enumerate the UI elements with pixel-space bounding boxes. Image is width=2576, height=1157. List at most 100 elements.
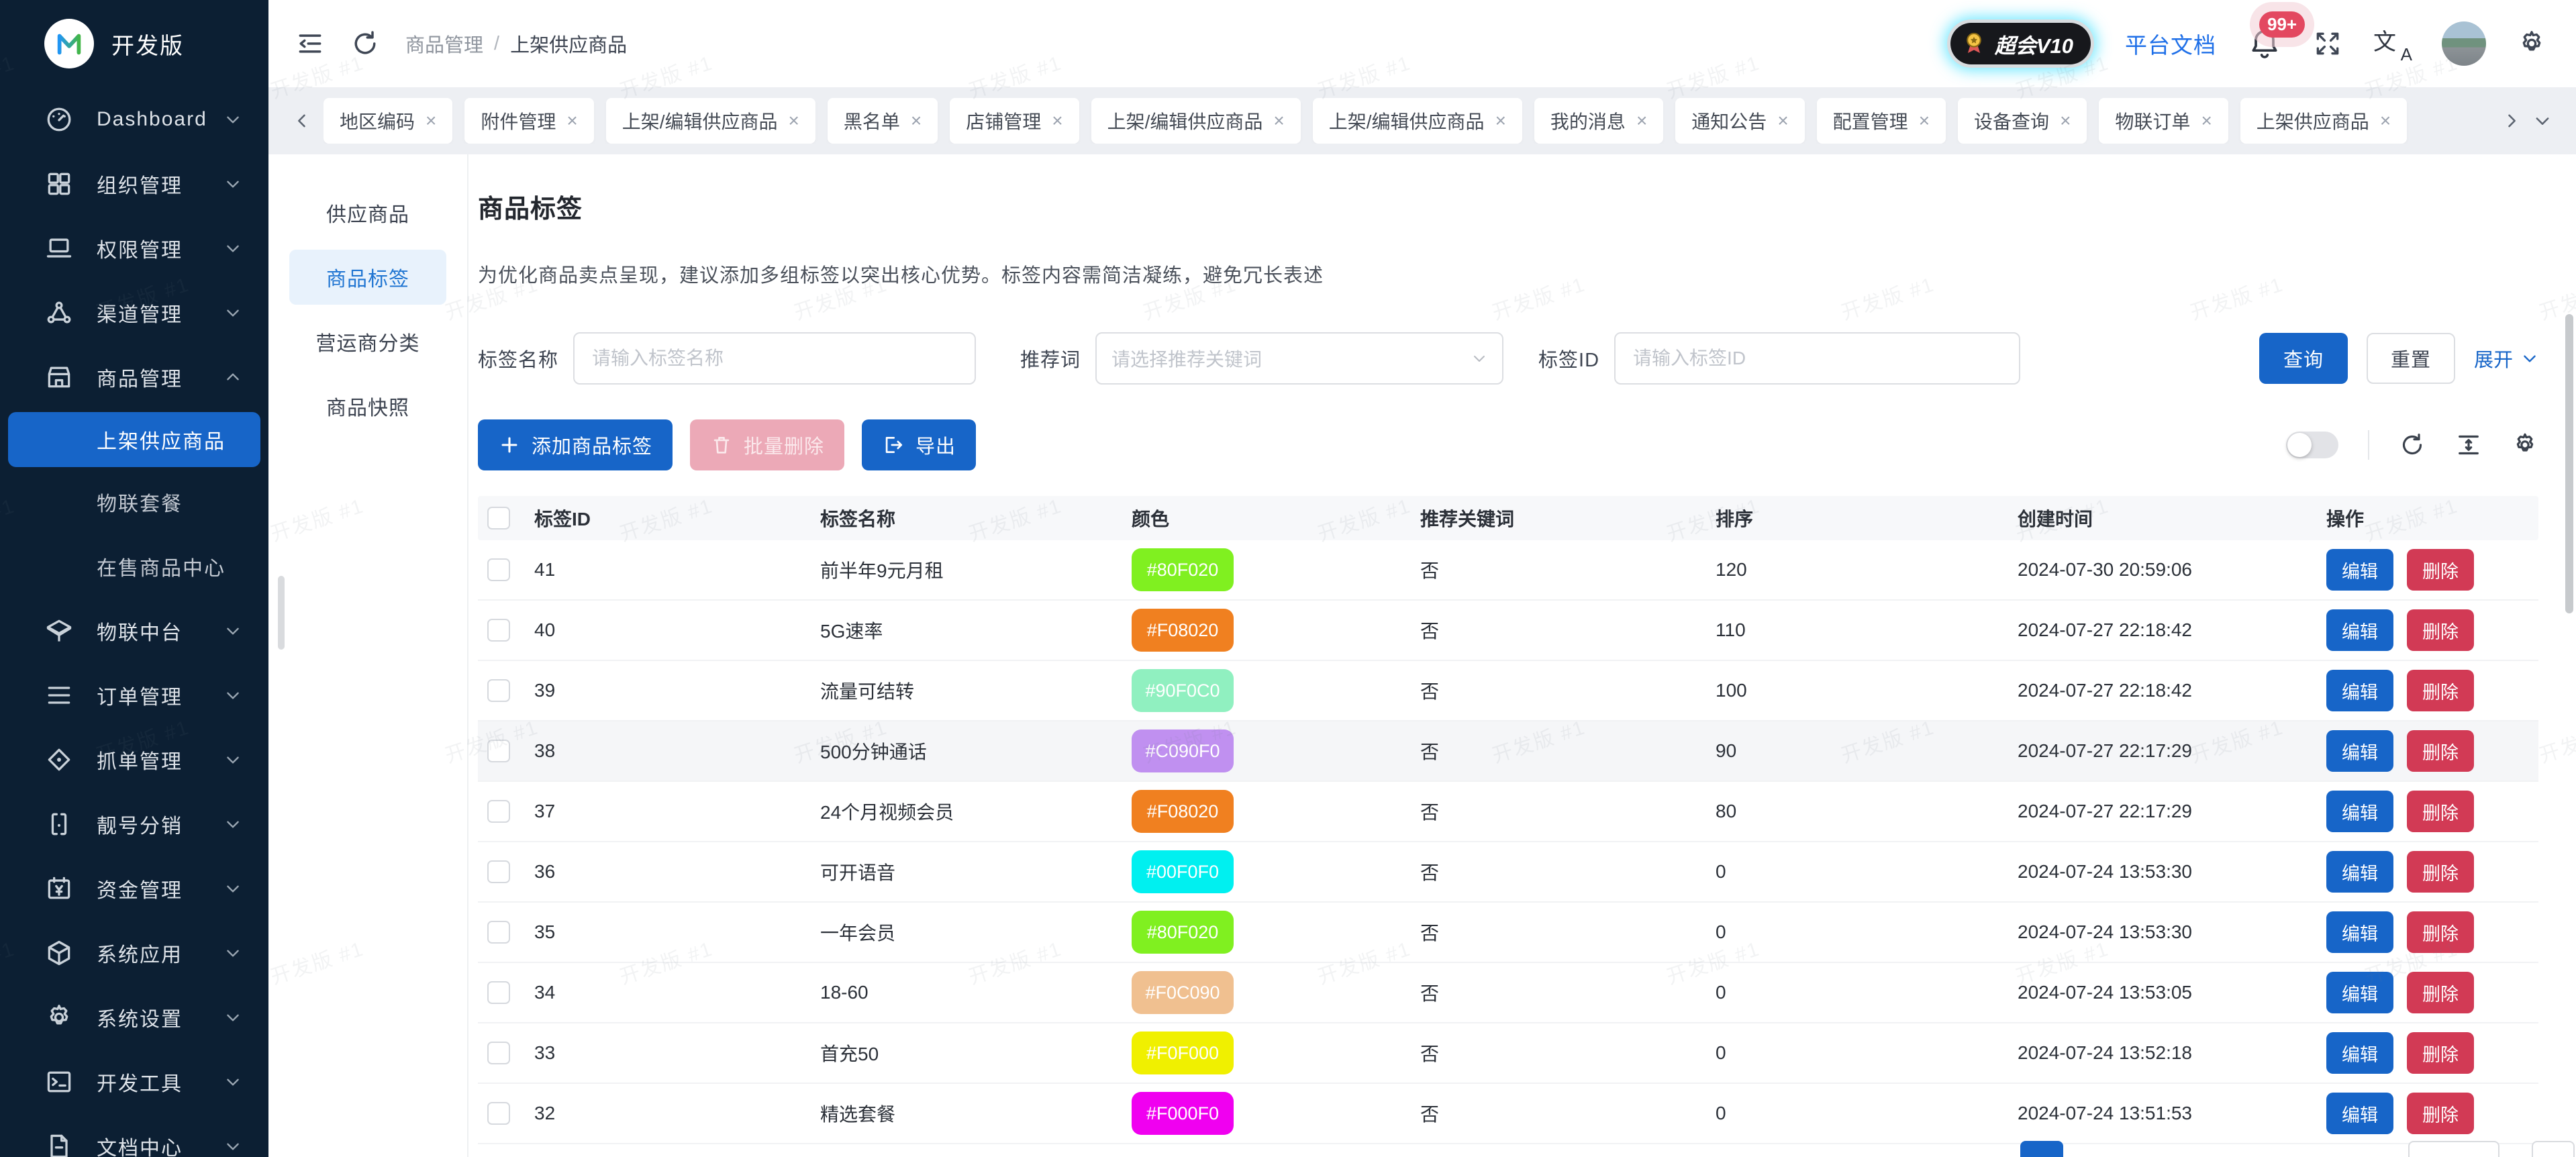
column-settings-icon[interactable] xyxy=(2512,432,2538,458)
tab[interactable]: 上架/编辑供应商品 × xyxy=(606,98,815,144)
reload-icon[interactable] xyxy=(2399,432,2426,458)
pagination-jump[interactable] xyxy=(2532,1141,2575,1157)
tab[interactable]: 附件管理 × xyxy=(464,98,593,144)
sidebar-item[interactable]: 渠道管理 xyxy=(0,281,268,345)
add-tag-button[interactable]: 添加商品标签 xyxy=(478,419,673,470)
delete-button[interactable]: 删除 xyxy=(2407,730,2474,772)
reset-button[interactable]: 重置 xyxy=(2367,333,2455,384)
tab[interactable]: 物联订单 × xyxy=(2099,98,2228,144)
row-checkbox[interactable] xyxy=(487,619,510,642)
tab-close-icon[interactable]: × xyxy=(2201,110,2212,132)
sidebar-item[interactable]: 抓单管理 xyxy=(0,727,268,792)
row-checkbox[interactable] xyxy=(487,800,510,823)
tab[interactable]: 地区编码 × xyxy=(324,98,452,144)
density-icon[interactable] xyxy=(2455,432,2482,458)
tab-close-icon[interactable]: × xyxy=(1919,110,1930,132)
delete-button[interactable]: 删除 xyxy=(2407,549,2474,591)
sidebar-item[interactable]: 资金管理 xyxy=(0,856,268,921)
logo[interactable]: 开发版 xyxy=(0,0,268,87)
sidebar-subitem[interactable]: 在售商品中心 xyxy=(0,534,268,599)
row-checkbox[interactable] xyxy=(487,860,510,883)
edit-button[interactable]: 编辑 xyxy=(2326,549,2393,591)
edit-button[interactable]: 编辑 xyxy=(2326,791,2393,832)
tab-close-icon[interactable]: × xyxy=(2060,110,2071,132)
delete-button[interactable]: 删除 xyxy=(2407,1093,2474,1134)
language-icon[interactable]: 文A xyxy=(2373,26,2411,61)
tab[interactable]: 配置管理 × xyxy=(1817,98,1946,144)
page-scrollbar[interactable] xyxy=(2565,314,2573,613)
tab[interactable]: 黑名单 × xyxy=(828,98,938,144)
tab[interactable]: 我的消息 × xyxy=(1534,98,1663,144)
tag-name-input[interactable] xyxy=(573,332,976,385)
row-checkbox[interactable] xyxy=(487,981,510,1004)
tab[interactable]: 上架/编辑供应商品 × xyxy=(1091,98,1301,144)
subsidebar-item[interactable]: 商品快照 xyxy=(289,379,446,434)
edit-button[interactable]: 编辑 xyxy=(2326,1032,2393,1074)
sidebar-item[interactable]: 权限管理 xyxy=(0,216,268,281)
tab-close-icon[interactable]: × xyxy=(1636,110,1647,132)
batch-delete-button[interactable]: 批量删除 xyxy=(690,419,844,470)
avatar[interactable] xyxy=(2442,21,2486,66)
tab-close-icon[interactable]: × xyxy=(1777,110,1788,132)
sidebar-item[interactable]: 商品管理 xyxy=(0,345,268,409)
sidebar-subitem[interactable]: 上架供应商品 xyxy=(8,412,260,467)
tab-close-icon[interactable]: × xyxy=(1495,110,1506,132)
sidebar-item[interactable]: 文档中心 xyxy=(0,1114,268,1157)
sidebar-item[interactable]: 靓号分销 xyxy=(0,792,268,856)
vip-badge[interactable]: 超会V10 xyxy=(1947,19,2094,68)
sidebar-item[interactable]: 物联中台 xyxy=(0,599,268,663)
refresh-icon[interactable] xyxy=(350,29,380,58)
pagination-page-size[interactable] xyxy=(2408,1141,2499,1157)
delete-button[interactable]: 删除 xyxy=(2407,851,2474,893)
tag-id-input[interactable] xyxy=(1614,332,2020,385)
gear-icon[interactable] xyxy=(2517,29,2546,58)
expand-link[interactable]: 展开 xyxy=(2474,344,2538,372)
tab-close-icon[interactable]: × xyxy=(1052,110,1062,132)
row-checkbox[interactable] xyxy=(487,1102,510,1125)
delete-button[interactable]: 删除 xyxy=(2407,972,2474,1013)
toggle-switch[interactable] xyxy=(2286,432,2338,458)
export-button[interactable]: 导出 xyxy=(862,419,976,470)
subsidebar-item[interactable]: 营运商分类 xyxy=(289,314,446,369)
edit-button[interactable]: 编辑 xyxy=(2326,1093,2393,1134)
row-checkbox[interactable] xyxy=(487,679,510,702)
row-checkbox[interactable] xyxy=(487,558,510,581)
edit-button[interactable]: 编辑 xyxy=(2326,972,2393,1013)
tab-close-icon[interactable]: × xyxy=(911,110,922,132)
tab-close-icon[interactable]: × xyxy=(426,110,436,132)
row-checkbox[interactable] xyxy=(487,740,510,762)
menu-fold-icon[interactable] xyxy=(295,29,325,58)
tab[interactable]: 店铺管理 × xyxy=(950,98,1079,144)
edit-button[interactable]: 编辑 xyxy=(2326,670,2393,711)
tab-close-icon[interactable]: × xyxy=(789,110,799,132)
edit-button[interactable]: 编辑 xyxy=(2326,609,2393,651)
subsidebar-item[interactable]: 供应商品 xyxy=(289,185,446,240)
keyword-select[interactable]: 请选择推荐关键词 xyxy=(1095,332,1503,385)
tab[interactable]: 通知公告 × xyxy=(1675,98,1804,144)
tab[interactable]: 上架/编辑供应商品 × xyxy=(1313,98,1522,144)
sidebar-item[interactable]: 订单管理 xyxy=(0,663,268,727)
row-checkbox[interactable] xyxy=(487,921,510,944)
platform-docs-link[interactable]: 平台文档 xyxy=(2125,28,2216,60)
tab[interactable]: 设备查询 × xyxy=(1958,98,2087,144)
tabs-scroll-left-icon[interactable] xyxy=(293,111,311,130)
delete-button[interactable]: 删除 xyxy=(2407,911,2474,953)
tabs-scroll-right-icon[interactable] xyxy=(2502,111,2521,130)
search-button[interactable]: 查询 xyxy=(2259,333,2348,384)
delete-button[interactable]: 删除 xyxy=(2407,1032,2474,1074)
edit-button[interactable]: 编辑 xyxy=(2326,730,2393,772)
notification-bell-icon[interactable]: 99+ xyxy=(2247,26,2282,61)
sidebar-item[interactable]: 系统设置 xyxy=(0,985,268,1050)
tab[interactable]: 上架供应商品 × xyxy=(2240,98,2407,144)
sidebar-item[interactable]: 系统应用 xyxy=(0,921,268,985)
sidebar-scrollbar[interactable] xyxy=(278,576,285,650)
edit-button[interactable]: 编辑 xyxy=(2326,851,2393,893)
edit-button[interactable]: 编辑 xyxy=(2326,911,2393,953)
delete-button[interactable]: 删除 xyxy=(2407,609,2474,651)
sidebar-item[interactable]: 开发工具 xyxy=(0,1050,268,1114)
row-checkbox[interactable] xyxy=(487,1042,510,1064)
sidebar-item[interactable]: 组织管理 xyxy=(0,152,268,216)
delete-button[interactable]: 删除 xyxy=(2407,791,2474,832)
fullscreen-icon[interactable] xyxy=(2313,29,2342,58)
select-all-checkbox[interactable] xyxy=(487,507,510,530)
